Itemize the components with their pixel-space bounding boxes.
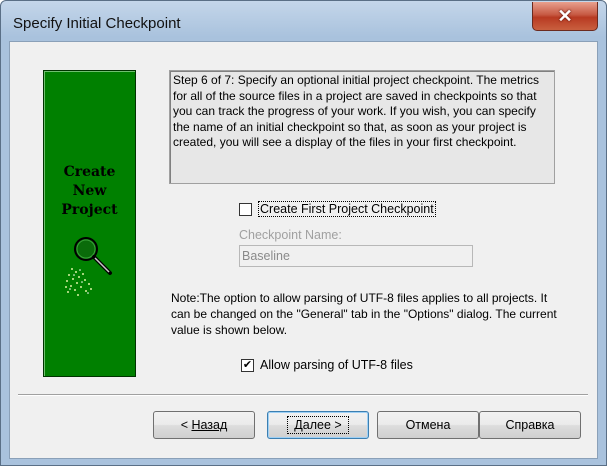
back-button-prefix: < <box>180 418 192 432</box>
utf8-label[interactable]: Allow parsing of UTF-8 files <box>260 358 413 372</box>
checkpoint-name-label: Checkpoint Name: <box>239 228 342 242</box>
utf8-note: Note:The option to allow parsing of UTF-… <box>171 291 557 337</box>
create-checkpoint-label[interactable]: Create First Project Checkpoint <box>258 201 436 217</box>
dialog-body: Create New Project Step 6 of 7: Specify … <box>9 41 598 459</box>
help-button-label: Справка <box>505 418 555 432</box>
utf8-option[interactable]: ✔ Allow parsing of UTF-8 files <box>241 358 413 372</box>
step-description: Step 6 of 7: Specify an optional initial… <box>169 70 555 184</box>
back-button[interactable]: < Назад <box>153 411 255 439</box>
help-button[interactable]: Справка <box>479 411 581 439</box>
close-button[interactable]: ✕ <box>532 2 598 31</box>
side-caption-line-1: Create <box>63 164 116 180</box>
wizard-side-image: Create New Project <box>43 70 136 377</box>
next-button[interactable]: Далее > <box>267 411 369 439</box>
utf8-checkbox[interactable]: ✔ <box>241 358 254 372</box>
dialog-window: Specify Initial Checkpoint ✕ Create New … <box>0 0 607 466</box>
checkpoint-name-field[interactable]: Baseline <box>239 245 473 267</box>
magnifier-icon <box>65 237 112 296</box>
create-checkpoint-checkbox[interactable] <box>239 202 252 216</box>
title-bar[interactable]: Specify Initial Checkpoint ✕ <box>1 1 606 41</box>
cancel-button-label: Отмена <box>405 418 451 432</box>
back-button-label: Назад <box>191 418 228 432</box>
close-icon: ✕ <box>557 5 573 26</box>
side-image-caption: Create New Project <box>44 163 135 220</box>
button-separator <box>18 394 588 396</box>
side-caption-line-3: Project <box>61 202 118 218</box>
side-caption-line-2: New <box>72 183 107 199</box>
create-checkpoint-option[interactable]: Create First Project Checkpoint <box>239 201 436 217</box>
next-button-label: Далее > <box>287 416 349 434</box>
window-title: Specify Initial Checkpoint <box>13 15 181 32</box>
cancel-button[interactable]: Отмена <box>377 411 479 439</box>
checkmark-icon: ✔ <box>242 358 253 371</box>
